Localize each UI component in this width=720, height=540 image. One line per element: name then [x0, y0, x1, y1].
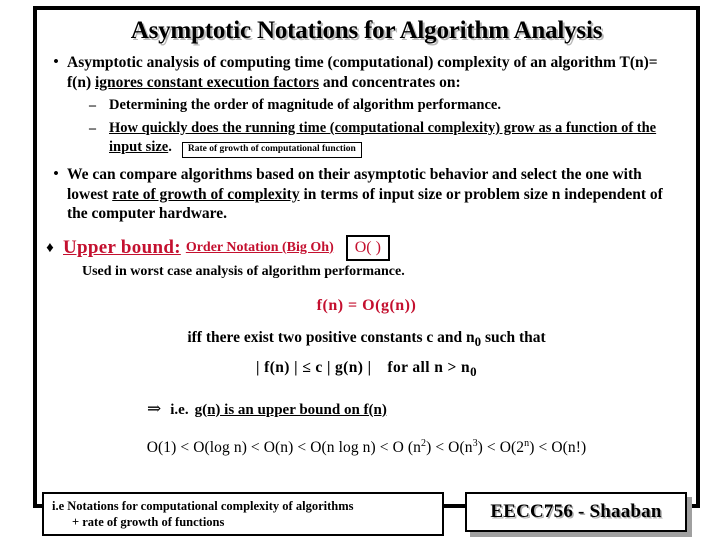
hierarchy-separator: <: [176, 438, 194, 456]
implication-statement: g(n) is an upper bound on f(n): [194, 401, 387, 418]
dash-marker-icon: –: [89, 121, 96, 136]
hierarchy-term: O(2n): [499, 438, 535, 456]
hierarchy-term-base: O(1): [146, 438, 177, 456]
sub-bullet-text-1: Determining the order of magnitude of al…: [109, 97, 501, 113]
worst-case-note: Used in worst case analysis of algorithm…: [82, 263, 405, 279]
hierarchy-separator: <: [293, 438, 311, 456]
iff-condition-line: iff there exist two positive constants c…: [37, 329, 696, 350]
footer-note-line-2: + rate of growth of functions: [72, 515, 225, 529]
hierarchy-term: O(n log n): [310, 439, 376, 456]
upper-bound-heading: ♦ Upper bound: Order Notation (Big Oh) O…: [37, 234, 696, 261]
bullet-marker-icon: •: [53, 54, 59, 70]
definition-formula: f(n) = O(g(n)): [316, 296, 417, 314]
bullet-text-1-emphasis: ignores constant execution factors: [94, 73, 319, 91]
iff-text-a: iff there exist two positive constants c…: [187, 328, 475, 346]
upper-bound-label: Upper bound:: [63, 236, 181, 258]
hierarchy-term: O(n!): [551, 439, 586, 456]
hierarchy-term: O(n): [264, 439, 294, 456]
hierarchy-term-base: O(n): [263, 438, 294, 456]
inequality-subscript: 0: [470, 363, 477, 379]
hierarchy-term-base: O(log n): [193, 438, 247, 456]
order-notation-box: O( ): [345, 234, 390, 261]
implication-line: ⇒ i.e. g(n) is an upper bound on f(n): [147, 398, 696, 419]
footer-note-line-1: i.e Notations for computational complexi…: [52, 499, 354, 513]
hierarchy-term: O(1): [147, 439, 177, 456]
bullet-text-1-part-c: and concentrates on:: [319, 73, 461, 91]
sub-bullet-text-2-period: .: [168, 139, 172, 155]
hierarchy-term-base: O(n log n): [310, 438, 376, 456]
iff-text-b: such that: [481, 328, 546, 346]
hierarchy-term: O(log n): [193, 439, 247, 456]
slide-frame: Asymptotic Notations for Algorithm Analy…: [33, 6, 700, 508]
annotation-box: Rate of growth of computational function: [181, 142, 362, 158]
diamond-bullet-icon: ♦: [46, 239, 54, 256]
dash-marker-icon: –: [89, 98, 96, 113]
sub-bullet-item-1: – Determining the order of magnitude of …: [89, 96, 696, 115]
hierarchy-separator: <: [534, 438, 552, 456]
complexity-hierarchy: O(1) < O(log n) < O(n) < O(n log n) < O …: [37, 438, 696, 457]
hierarchy-term-base: O(n!): [551, 438, 587, 456]
hierarchy-term-base: O(2: [499, 438, 525, 456]
bullet-text-2: We can compare algorithms based on their…: [67, 165, 696, 224]
bullet-marker-icon: •: [53, 166, 59, 182]
hierarchy-term-base: O (n: [392, 438, 421, 456]
order-notation-label: Order Notation (Big Oh): [185, 239, 334, 255]
hierarchy-term: O (n2): [392, 438, 432, 456]
inequality-expression: | f(n) | ≤ c | g(n) |: [256, 358, 372, 376]
footer-note-box: i.e Notations for computational complexi…: [42, 492, 444, 536]
bullet-text-1: Asymptotic analysis of computing time (c…: [67, 53, 696, 92]
implies-arrow-icon: ⇒: [147, 398, 162, 418]
hierarchy-separator: <: [482, 438, 500, 456]
implication-ie-label: i.e.: [170, 401, 189, 418]
bullet-item-1: • Asymptotic analysis of computing time …: [37, 53, 696, 92]
bullet-text-2-emphasis: rate of growth of complexity: [112, 185, 300, 203]
hierarchy-term: O(n3): [448, 438, 483, 456]
footer-brand-box: EECC756 - Shaaban: [465, 492, 687, 532]
hierarchy-separator: <: [375, 438, 393, 456]
hierarchy-separator: <: [246, 438, 264, 456]
sub-bullet-text-2: How quickly does the running time (compu…: [109, 119, 696, 158]
page-title: Asymptotic Notations for Algorithm Analy…: [130, 17, 603, 44]
inequality-condition: for all n > n: [387, 358, 471, 376]
hierarchy-separator: <: [431, 438, 449, 456]
hierarchy-term-base: O(n: [448, 438, 473, 456]
sub-bullet-item-2: – How quickly does the running time (com…: [89, 119, 696, 158]
bullet-item-2: • We can compare algorithms based on the…: [37, 165, 696, 224]
inequality-line: | f(n) | ≤ c | g(n) | for all n > n0: [37, 359, 696, 380]
